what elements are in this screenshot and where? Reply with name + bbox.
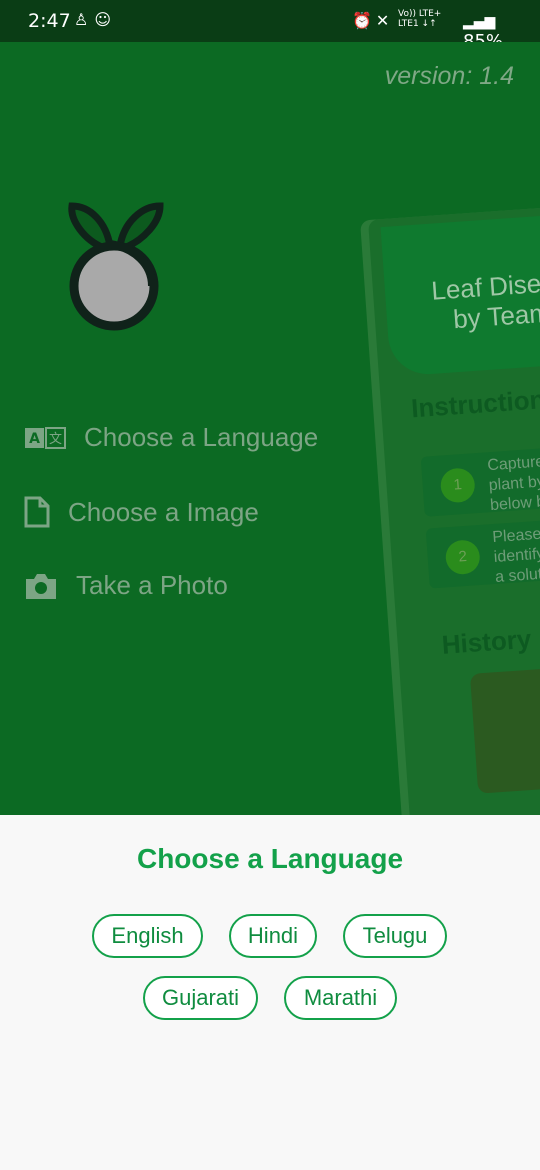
app-screenshot-preview: Leaf Diseas by Team Instruction 1 Captur… [368, 206, 540, 815]
preview-step-card: 1 Capture plant by below b [420, 444, 540, 517]
preview-instructions-heading: Instruction [410, 384, 540, 424]
app-logo [64, 200, 164, 345]
dimmed-app-background[interactable]: version: 1.4 A 文 Choose a Language Choos… [0, 42, 540, 815]
alarm-icon: ⏰ [352, 11, 376, 30]
signal-icon: ▂▄▆ [463, 14, 496, 30]
translate-icon: A 文 [24, 426, 66, 449]
step-text: Please identify a solut [491, 525, 540, 586]
mute-icon: ✕ [375, 11, 394, 30]
step-number: 1 [439, 467, 476, 504]
version-label: version: 1.4 [384, 62, 514, 90]
network-indicator: Vo)) LTE+ LTE1 ↓↑ [398, 9, 442, 29]
svg-text:A: A [29, 431, 40, 447]
camera-icon [24, 571, 58, 601]
notification-icons: ♙☺ [74, 10, 117, 29]
preview-history-photo [469, 664, 540, 794]
snapchat-icon: ☺ [94, 10, 118, 29]
step-text: Capture plant by below b [486, 453, 540, 515]
language-chip-marathi[interactable]: Marathi [284, 976, 397, 1020]
language-chip-hindi[interactable]: Hindi [229, 914, 317, 958]
network-label-bottom: LTE1 ↓↑ [398, 19, 437, 29]
menu-item-label: Choose a Language [84, 422, 319, 452]
menu-take-photo[interactable]: Take a Photo [24, 570, 228, 601]
language-chip-english[interactable]: English [92, 914, 203, 958]
preview-header: Leaf Diseas by Team [380, 213, 540, 377]
menu-item-label: Take a Photo [76, 570, 228, 600]
network-label-top: Vo)) LTE+ [398, 9, 442, 19]
notification-app-icon: ♙ [74, 10, 95, 29]
language-chip-telugu[interactable]: Telugu [343, 914, 447, 958]
preview-title: Leaf Diseas by Team [414, 265, 540, 337]
status-bar: 2:47 ♙☺ ⏰✕ Vo)) LTE+ LTE1 ↓↑ ▂▄▆ 85% [0, 0, 540, 52]
system-icons: ⏰✕ [352, 11, 393, 30]
language-chip-gujarati[interactable]: Gujarati [143, 976, 258, 1020]
preview-history-heading: History [440, 623, 533, 660]
leaf-fruit-logo-icon [68, 202, 164, 331]
svg-text:文: 文 [49, 432, 62, 447]
preview-title-line2: by Team [452, 297, 540, 335]
status-time: 2:47 [28, 10, 71, 32]
language-bottom-sheet: Choose a Language English Hindi Telugu G… [0, 815, 540, 1170]
menu-choose-image[interactable]: Choose a Image [24, 496, 259, 528]
preview-step-card: 2 Please identify a solut [425, 516, 540, 589]
file-icon [24, 496, 50, 528]
menu-choose-language[interactable]: A 文 Choose a Language [24, 422, 318, 453]
step-number: 2 [444, 539, 481, 576]
sheet-title: Choose a Language [136, 843, 404, 874]
menu-item-label: Choose a Image [68, 496, 259, 527]
